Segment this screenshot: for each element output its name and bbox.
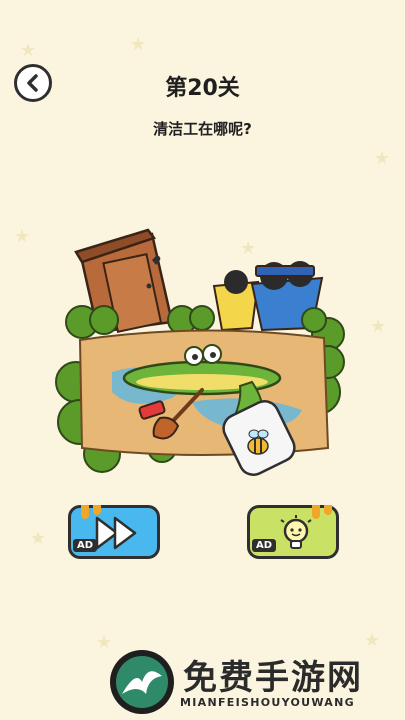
fast-forward-icon (95, 516, 137, 550)
background-star-icon: ★ (20, 40, 37, 61)
question-text: 清洁工在哪呢? (153, 120, 252, 138)
background-star-icon: ★ (30, 528, 47, 549)
ad-badge: AD (252, 539, 277, 552)
lightbulb-icon (280, 515, 312, 549)
bee-icon (247, 429, 269, 455)
background-star-icon: ★ (14, 226, 31, 247)
brand-logo (110, 650, 174, 714)
background-star-icon: ★ (364, 630, 381, 651)
background-star-icon: ★ (370, 316, 387, 337)
brand-name: 免费手游网 (183, 658, 363, 698)
background-star-icon: ★ (374, 148, 391, 169)
brand-url: MIANFEISHOUYOUWANG (180, 696, 355, 709)
hint-button[interactable]: AD (247, 505, 339, 559)
level-title: 第20关 (165, 76, 240, 101)
puzzle-scene[interactable] (52, 222, 352, 492)
skip-level-button[interactable]: AD (68, 505, 160, 559)
ad-badge: AD (73, 539, 98, 552)
background-star-icon: ★ (130, 34, 147, 55)
